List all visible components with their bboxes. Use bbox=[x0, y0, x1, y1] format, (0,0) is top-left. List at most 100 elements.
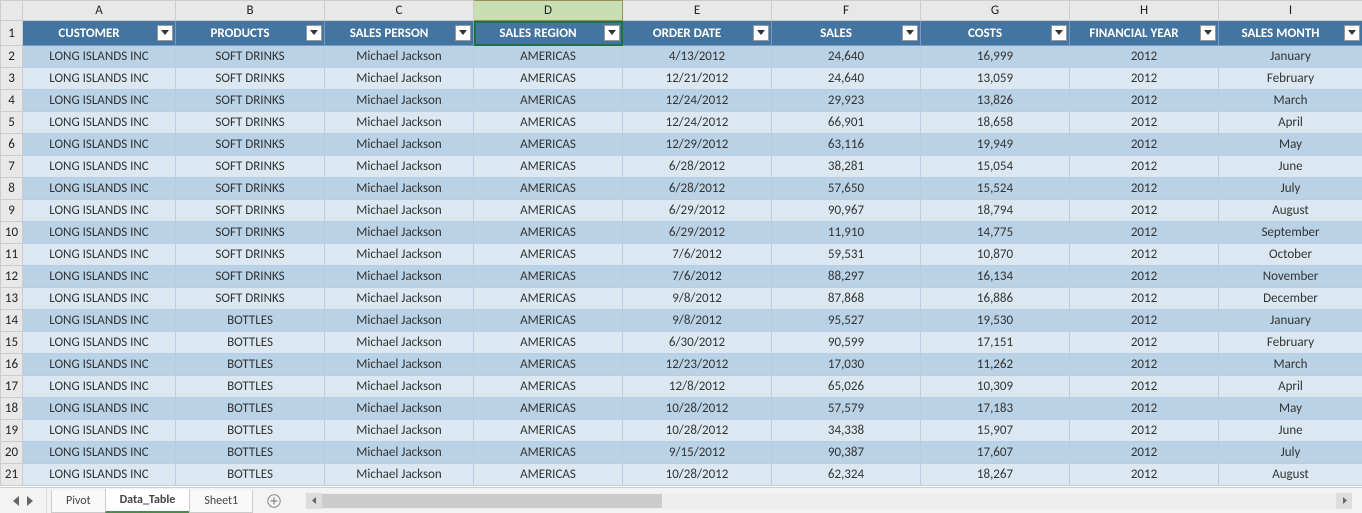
cell-customer[interactable]: LONG ISLANDS INC bbox=[23, 46, 176, 68]
cell-customer[interactable]: LONG ISLANDS INC bbox=[23, 134, 176, 156]
column-letter-i[interactable]: I bbox=[1219, 1, 1362, 21]
cell-sales_person[interactable]: Michael Jackson bbox=[325, 354, 474, 376]
cell-order_date[interactable]: 12/24/2012 bbox=[623, 112, 772, 134]
cell-customer[interactable]: LONG ISLANDS INC bbox=[23, 288, 176, 310]
cell-products[interactable]: SOFT DRINKS bbox=[176, 112, 325, 134]
cell-sales[interactable]: 62,324 bbox=[772, 464, 921, 486]
cell-sales[interactable]: 90,599 bbox=[772, 332, 921, 354]
cell-sales_month[interactable]: December bbox=[1219, 288, 1362, 310]
cell-financial_year[interactable]: 2012 bbox=[1070, 332, 1219, 354]
cell-sales_region[interactable]: AMERICAS bbox=[474, 222, 623, 244]
cell-sales[interactable]: 88,297 bbox=[772, 266, 921, 288]
cell-sales_person[interactable]: Michael Jackson bbox=[325, 68, 474, 90]
cell-order_date[interactable]: 4/13/2012 bbox=[623, 46, 772, 68]
horizontal-scrollbar[interactable] bbox=[306, 493, 1352, 509]
cell-order_date[interactable]: 9/8/2012 bbox=[623, 288, 772, 310]
cell-financial_year[interactable]: 2012 bbox=[1070, 156, 1219, 178]
cell-sales_region[interactable]: AMERICAS bbox=[474, 398, 623, 420]
cell-financial_year[interactable]: 2012 bbox=[1070, 310, 1219, 332]
row-number[interactable]: 6 bbox=[1, 134, 23, 156]
row-number[interactable]: 16 bbox=[1, 354, 23, 376]
filter-dropdown-button[interactable] bbox=[157, 25, 173, 41]
filter-dropdown-button[interactable] bbox=[1200, 25, 1216, 41]
cell-order_date[interactable]: 10/28/2012 bbox=[623, 420, 772, 442]
scroll-right-arrow[interactable] bbox=[1336, 493, 1352, 509]
cell-customer[interactable]: LONG ISLANDS INC bbox=[23, 420, 176, 442]
cell-costs[interactable]: 17,151 bbox=[921, 332, 1070, 354]
row-number[interactable]: 20 bbox=[1, 442, 23, 464]
cell-sales_region[interactable]: AMERICAS bbox=[474, 112, 623, 134]
cell-sales_person[interactable]: Michael Jackson bbox=[325, 222, 474, 244]
header-customer[interactable]: CUSTOMER bbox=[23, 21, 176, 46]
cell-customer[interactable]: LONG ISLANDS INC bbox=[23, 68, 176, 90]
cell-sales_person[interactable]: Michael Jackson bbox=[325, 200, 474, 222]
cell-financial_year[interactable]: 2012 bbox=[1070, 112, 1219, 134]
row-number[interactable]: 5 bbox=[1, 112, 23, 134]
cell-order_date[interactable]: 10/28/2012 bbox=[623, 464, 772, 486]
cell-sales_person[interactable]: Michael Jackson bbox=[325, 442, 474, 464]
cell-customer[interactable]: LONG ISLANDS INC bbox=[23, 222, 176, 244]
cell-sales[interactable]: 34,338 bbox=[772, 420, 921, 442]
cell-customer[interactable]: LONG ISLANDS INC bbox=[23, 354, 176, 376]
cell-order_date[interactable]: 6/28/2012 bbox=[623, 178, 772, 200]
cell-products[interactable]: SOFT DRINKS bbox=[176, 288, 325, 310]
cell-customer[interactable]: LONG ISLANDS INC bbox=[23, 376, 176, 398]
cell-sales_month[interactable]: October bbox=[1219, 244, 1362, 266]
header-sales_month[interactable]: SALES MONTH bbox=[1219, 21, 1362, 46]
scroll-thumb[interactable] bbox=[322, 494, 662, 508]
cell-costs[interactable]: 19,949 bbox=[921, 134, 1070, 156]
cell-sales_person[interactable]: Michael Jackson bbox=[325, 244, 474, 266]
cell-financial_year[interactable]: 2012 bbox=[1070, 464, 1219, 486]
column-letter-c[interactable]: C bbox=[325, 1, 474, 21]
cell-sales_person[interactable]: Michael Jackson bbox=[325, 332, 474, 354]
cell-sales_region[interactable]: AMERICAS bbox=[474, 134, 623, 156]
cell-financial_year[interactable]: 2012 bbox=[1070, 46, 1219, 68]
cell-sales_month[interactable]: September bbox=[1219, 222, 1362, 244]
cell-costs[interactable]: 10,870 bbox=[921, 244, 1070, 266]
cell-sales_month[interactable]: February bbox=[1219, 332, 1362, 354]
row-number[interactable]: 18 bbox=[1, 398, 23, 420]
cell-costs[interactable]: 13,826 bbox=[921, 90, 1070, 112]
header-sales_region[interactable]: SALES REGION bbox=[474, 21, 623, 46]
cell-sales_region[interactable]: AMERICAS bbox=[474, 46, 623, 68]
cell-order_date[interactable]: 6/29/2012 bbox=[623, 200, 772, 222]
cell-sales_person[interactable]: Michael Jackson bbox=[325, 134, 474, 156]
cell-sales_person[interactable]: Michael Jackson bbox=[325, 398, 474, 420]
cell-order_date[interactable]: 7/6/2012 bbox=[623, 244, 772, 266]
row-number[interactable]: 10 bbox=[1, 222, 23, 244]
cell-costs[interactable]: 16,886 bbox=[921, 288, 1070, 310]
cell-sales_month[interactable]: January bbox=[1219, 46, 1362, 68]
cell-products[interactable]: BOTTLES bbox=[176, 442, 325, 464]
row-number[interactable]: 13 bbox=[1, 288, 23, 310]
cell-products[interactable]: BOTTLES bbox=[176, 420, 325, 442]
cell-sales_month[interactable]: May bbox=[1219, 134, 1362, 156]
cell-customer[interactable]: LONG ISLANDS INC bbox=[23, 332, 176, 354]
cell-sales_month[interactable]: November bbox=[1219, 266, 1362, 288]
cell-products[interactable]: SOFT DRINKS bbox=[176, 244, 325, 266]
column-letter-h[interactable]: H bbox=[1070, 1, 1219, 21]
cell-sales_person[interactable]: Michael Jackson bbox=[325, 178, 474, 200]
filter-dropdown-button[interactable] bbox=[306, 25, 322, 41]
cell-financial_year[interactable]: 2012 bbox=[1070, 178, 1219, 200]
cell-order_date[interactable]: 9/15/2012 bbox=[623, 442, 772, 464]
cell-order_date[interactable]: 6/28/2012 bbox=[623, 156, 772, 178]
cell-sales_person[interactable]: Michael Jackson bbox=[325, 376, 474, 398]
row-number[interactable]: 19 bbox=[1, 420, 23, 442]
cell-products[interactable]: BOTTLES bbox=[176, 332, 325, 354]
cell-sales_month[interactable]: April bbox=[1219, 112, 1362, 134]
cell-financial_year[interactable]: 2012 bbox=[1070, 134, 1219, 156]
cell-sales_region[interactable]: AMERICAS bbox=[474, 376, 623, 398]
cell-order_date[interactable]: 7/6/2012 bbox=[623, 266, 772, 288]
cell-products[interactable]: BOTTLES bbox=[176, 398, 325, 420]
cell-financial_year[interactable]: 2012 bbox=[1070, 266, 1219, 288]
cell-sales_region[interactable]: AMERICAS bbox=[474, 442, 623, 464]
cell-sales_month[interactable]: June bbox=[1219, 420, 1362, 442]
cell-order_date[interactable]: 12/21/2012 bbox=[623, 68, 772, 90]
cell-financial_year[interactable]: 2012 bbox=[1070, 398, 1219, 420]
cell-order_date[interactable]: 12/29/2012 bbox=[623, 134, 772, 156]
cell-products[interactable]: BOTTLES bbox=[176, 376, 325, 398]
header-products[interactable]: PRODUCTS bbox=[176, 21, 325, 46]
cell-costs[interactable]: 18,658 bbox=[921, 112, 1070, 134]
cell-sales_month[interactable]: August bbox=[1219, 200, 1362, 222]
cell-customer[interactable]: LONG ISLANDS INC bbox=[23, 266, 176, 288]
